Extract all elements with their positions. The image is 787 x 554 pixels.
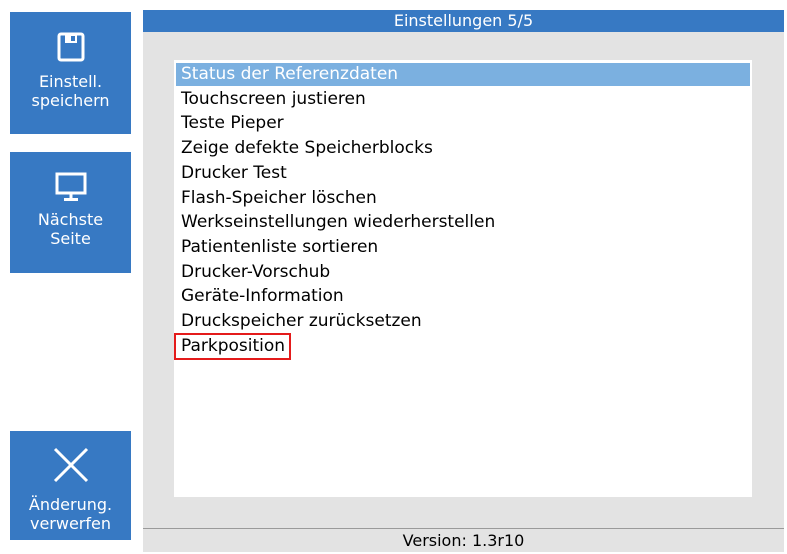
settings-list-item[interactable]: Werkseinstellungen wiederherstellen	[176, 211, 750, 234]
settings-list-item[interactable]: Teste Pieper	[176, 112, 750, 135]
save-settings-button[interactable]: Einstell. speichern	[10, 12, 131, 134]
discard-changes-label-line1: Änderung.	[28, 495, 113, 514]
settings-list-item[interactable]: Drucker-Vorschub	[176, 261, 750, 284]
settings-list-item[interactable]: Flash-Speicher löschen	[176, 187, 750, 210]
save-settings-label-line2: speichern	[31, 91, 110, 110]
settings-list-item[interactable]: Zeige defekte Speicherblocks	[176, 137, 750, 160]
save-settings-label-line1: Einstell.	[38, 72, 103, 91]
discard-changes-label-line2: verwerfen	[29, 514, 111, 533]
settings-list-item[interactable]: Parkposition	[173, 332, 292, 360]
settings-list-item[interactable]: Druckspeicher zurücksetzen	[176, 310, 750, 333]
next-page-label-line2: Seite	[50, 229, 91, 248]
floppy-disk-icon	[57, 32, 85, 62]
settings-list-item[interactable]: Drucker Test	[176, 162, 750, 185]
settings-list-item[interactable]: Geräte-Information	[176, 285, 750, 308]
discard-changes-button[interactable]: Änderung. verwerfen	[10, 431, 131, 540]
settings-panel: Einstellungen 5/5 Status der Referenzdat…	[143, 10, 784, 552]
next-page-button[interactable]: Nächste Seite	[10, 152, 131, 273]
settings-list-item[interactable]: Status der Referenzdaten	[176, 63, 750, 86]
monitor-icon	[55, 172, 87, 202]
close-icon	[51, 445, 91, 485]
footer-divider	[143, 528, 784, 529]
page-title: Einstellungen 5/5	[143, 10, 784, 32]
settings-list-item[interactable]: Patientenliste sortieren	[176, 236, 750, 259]
version-label: Version: 1.3r10	[402, 531, 525, 550]
next-page-label-line1: Nächste	[37, 210, 104, 229]
settings-list: Status der Referenzdaten Touchscreen just…	[173, 60, 752, 497]
settings-list-item[interactable]: Touchscreen justieren	[176, 88, 750, 111]
